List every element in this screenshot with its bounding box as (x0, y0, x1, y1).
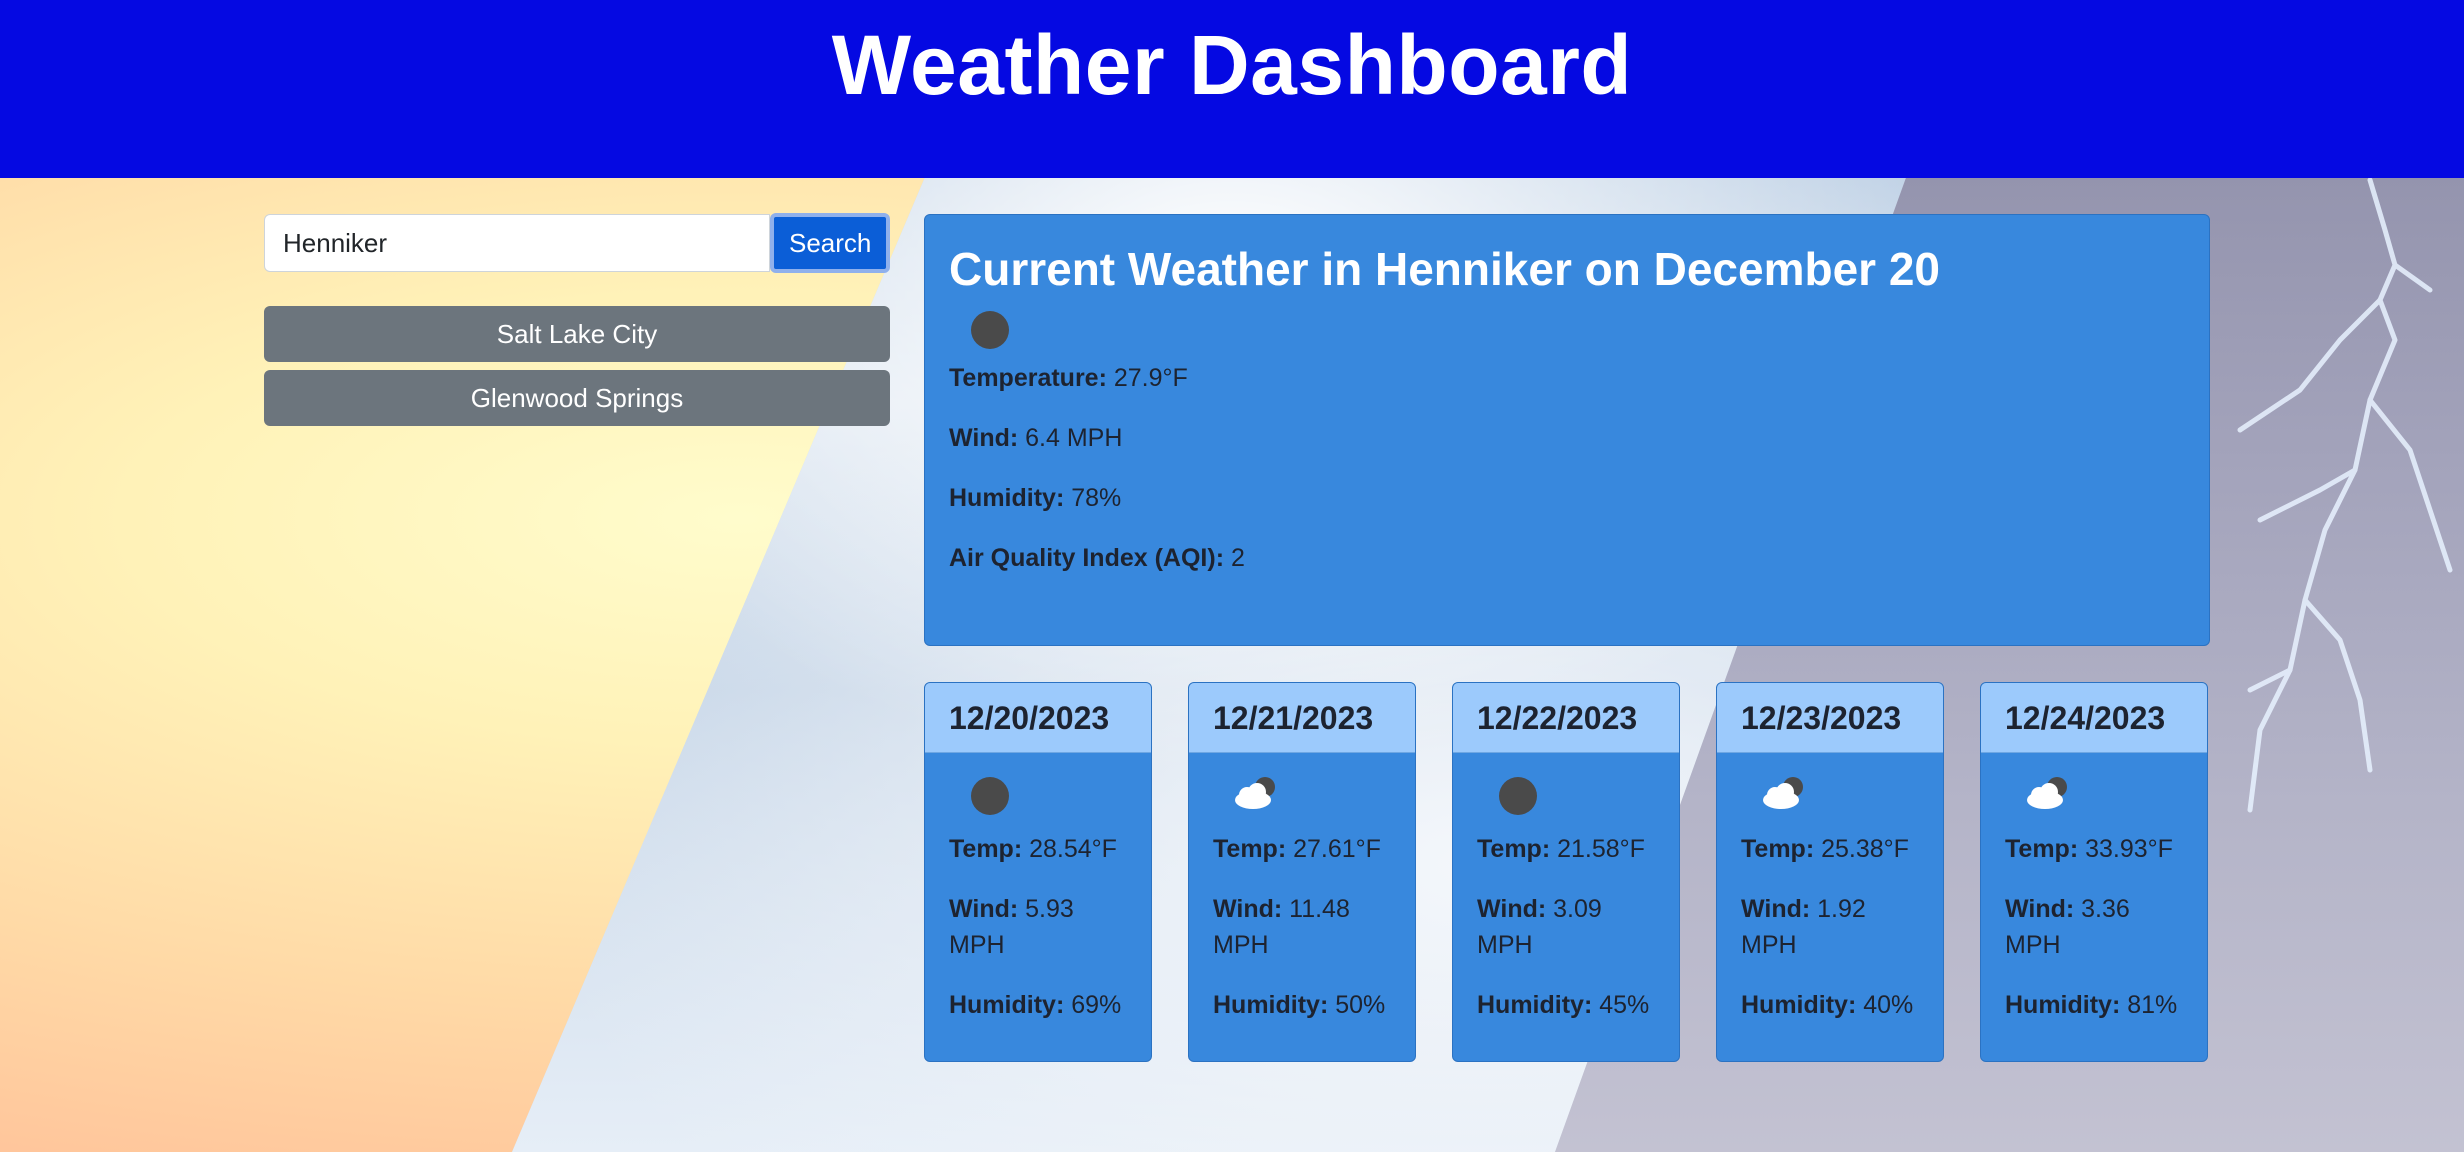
night-clear-icon (1493, 771, 1543, 821)
forecast-date: 12/21/2023 (1189, 683, 1415, 753)
forecast-humidity: Humidity: 50% (1213, 991, 1386, 1019)
forecast-wind: Wind: 1.92 MPH (1741, 895, 1866, 959)
forecast-temp: Temp: 28.54°F (949, 835, 1117, 863)
forecast-wind: Wind: 5.93 MPH (949, 895, 1074, 959)
forecast-humidity: Humidity: 40% (1741, 991, 1914, 1019)
history-button-salt-lake-city[interactable]: Salt Lake City (264, 306, 890, 362)
forecast-humidity: Humidity: 69% (949, 991, 1122, 1019)
search-form: Henniker Search (264, 213, 890, 274)
page-title: Weather Dashboard (831, 18, 1633, 112)
current-weather-title: Current Weather in Henniker on December … (949, 243, 1940, 295)
current-aqi: Air Quality Index (AQI): 2 (949, 544, 1245, 572)
night-clouds-icon (1229, 771, 1279, 821)
forecast-card: 12/21/2023 Temp: 27.61°F Wind: 11.48 MPH… (1188, 682, 1416, 1062)
current-humidity: Humidity: 78% (949, 484, 1122, 512)
forecast-temp: Temp: 21.58°F (1477, 835, 1645, 863)
forecast-temp: Temp: 27.61°F (1213, 835, 1381, 863)
current-temperature: Temperature: 27.9°F (949, 364, 1188, 392)
forecast-humidity: Humidity: 45% (1477, 991, 1650, 1019)
night-clear-icon (965, 305, 1015, 355)
search-button[interactable]: Search (770, 213, 890, 273)
history-button-glenwood-springs[interactable]: Glenwood Springs (264, 370, 890, 426)
current-wind: Wind: 6.4 MPH (949, 424, 1123, 452)
forecast-card: 12/23/2023 Temp: 25.38°F Wind: 1.92 MPH … (1716, 682, 1944, 1062)
forecast-date: 12/24/2023 (1981, 683, 2207, 753)
forecast-wind: Wind: 3.36 MPH (2005, 895, 2130, 959)
forecast-date: 12/20/2023 (925, 683, 1151, 753)
forecast-humidity: Humidity: 81% (2005, 991, 2178, 1019)
forecast-wind: Wind: 3.09 MPH (1477, 895, 1602, 959)
forecast-temp: Temp: 25.38°F (1741, 835, 1909, 863)
forecast-date: 12/23/2023 (1717, 683, 1943, 753)
app-header: Weather Dashboard (0, 0, 2464, 178)
forecast-temp: Temp: 33.93°F (2005, 835, 2173, 863)
forecast-card: 12/20/2023 Temp: 28.54°F Wind: 5.93 MPH … (924, 682, 1152, 1062)
lightning-bolt-icon (2237, 177, 2453, 813)
search-history-list: Salt Lake City Glenwood Springs (264, 306, 890, 434)
forecast-card: 12/22/2023 Temp: 21.58°F Wind: 3.09 MPH … (1452, 682, 1680, 1062)
forecast-date: 12/22/2023 (1453, 683, 1679, 753)
current-weather-card: Current Weather in Henniker on December … (924, 214, 2210, 646)
city-search-input[interactable]: Henniker (264, 214, 771, 272)
night-clouds-icon (1757, 771, 1807, 821)
forecast-wind: Wind: 11.48 MPH (1213, 895, 1350, 959)
night-clouds-icon (2021, 771, 2071, 821)
forecast-card: 12/24/2023 Temp: 33.93°F Wind: 3.36 MPH … (1980, 682, 2208, 1062)
night-clear-icon (965, 771, 1015, 821)
